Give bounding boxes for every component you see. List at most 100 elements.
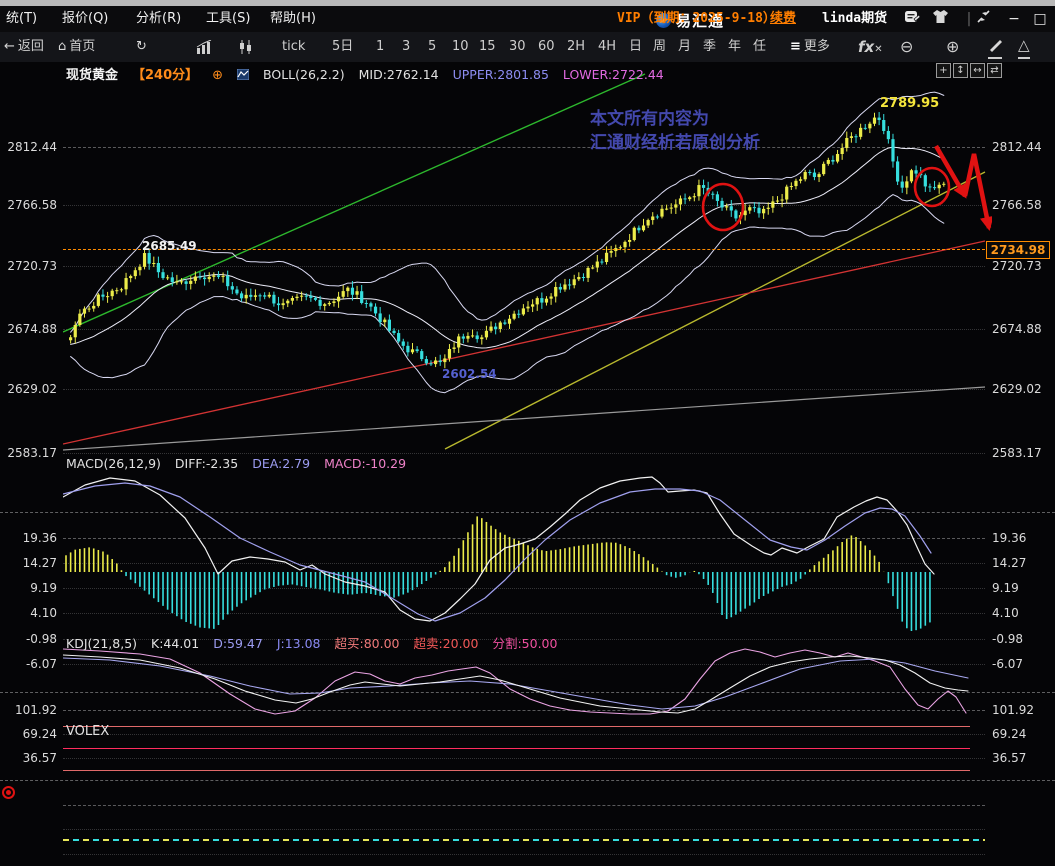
- pane-separator: [0, 692, 1055, 693]
- current-price-tag: 2734.98: [986, 241, 1050, 259]
- price-axis-label: 2812.44: [992, 140, 1042, 154]
- tf-3[interactable]: 3: [402, 32, 410, 62]
- add-indicator-icon[interactable]: ⊕: [212, 68, 223, 83]
- tf-month[interactable]: 月: [678, 32, 691, 62]
- chart-toolbar: ←返回 ⌂首页 ↻ tick 5日 1 3 5 10 15 30 60 2H 4…: [0, 32, 1055, 63]
- gridline: [63, 205, 985, 206]
- tf-year[interactable]: 年: [728, 32, 741, 62]
- kdj-d-value: D:59.47: [213, 636, 263, 651]
- tf-2h[interactable]: 2H: [567, 32, 585, 62]
- tf-1[interactable]: 1: [376, 32, 384, 62]
- annotation-note-line1: 本文所有内容为: [590, 104, 709, 129]
- gridline: [63, 613, 985, 614]
- maximize-button[interactable]: □: [1029, 9, 1051, 29]
- kdj-axis-label: 101.92: [992, 703, 1034, 717]
- gridline: [63, 266, 985, 267]
- kdj-axis-label: 69.24: [0, 727, 57, 741]
- macd-axis-label: 4.10: [0, 606, 57, 620]
- menu-tools[interactable]: 工具(S): [206, 6, 250, 32]
- price-pane-header: 现货黄金 【240分】 ⊕ BOLL(26,2.2) MID:2762.14 U…: [66, 64, 674, 83]
- volex-label: VOLEX: [66, 724, 109, 739]
- indicator-fx-button[interactable]: fx✕: [858, 32, 883, 62]
- menu-help[interactable]: 帮助(H): [270, 6, 316, 32]
- candle-chart-icon: [238, 40, 254, 54]
- zoom-out-button[interactable]: ⊖: [900, 32, 913, 62]
- tf-quarter[interactable]: 季: [703, 32, 716, 62]
- refresh-button[interactable]: ↻: [136, 32, 150, 62]
- menu-quotes[interactable]: 报价(Q): [62, 6, 108, 32]
- back-button[interactable]: ←返回: [4, 32, 44, 62]
- bar-chart-icon: [196, 40, 212, 54]
- gridline: [63, 664, 985, 665]
- macd-axis-label: 19.36: [992, 531, 1026, 545]
- gridline: [63, 734, 985, 735]
- kdj-label: KDJ(21,8,5): [66, 636, 137, 651]
- pencil-icon: [988, 38, 1002, 52]
- axis-scale-v-icon[interactable]: ↕: [953, 63, 968, 78]
- kdj-axis-label: 101.92: [0, 703, 57, 717]
- hamburger-icon: ≡: [790, 39, 801, 54]
- tf-10[interactable]: 10: [452, 32, 469, 62]
- tf-60[interactable]: 60: [538, 32, 555, 62]
- link-resize-icon[interactable]: [972, 9, 994, 29]
- tf-15[interactable]: 15: [479, 32, 496, 62]
- gridline: [63, 829, 985, 830]
- menu-system[interactable]: 统(T): [6, 6, 37, 32]
- kdj-split-value: 分割:50.00: [492, 636, 557, 651]
- tick-button[interactable]: tick: [282, 32, 305, 62]
- macd-axis-label: 14.27: [992, 556, 1026, 570]
- chart-region: 2734.98 2812.44 2766.58 2720.73 2674.88 …: [0, 62, 1055, 866]
- macd-axis-label: 9.19: [0, 581, 57, 595]
- theme-skin-icon[interactable]: [929, 9, 951, 29]
- gridline: [63, 453, 985, 454]
- price-axis-label: 2720.73: [992, 259, 1042, 273]
- tf-week[interactable]: 周: [653, 32, 666, 62]
- kdj-axis-label: 69.24: [992, 727, 1026, 741]
- zoom-in-button[interactable]: ⊕: [946, 32, 959, 62]
- annotation-low-2602: 2602.54: [442, 367, 497, 381]
- shapes-button[interactable]: △: [1018, 35, 1030, 59]
- pane-separator: [0, 780, 1055, 781]
- price-axis-label: 2629.02: [992, 382, 1042, 396]
- minimize-button[interactable]: −: [1003, 9, 1025, 29]
- fit-chart-icon[interactable]: ⇄: [987, 63, 1002, 78]
- tf-day[interactable]: 日: [629, 32, 642, 62]
- chart-canvas[interactable]: [63, 62, 992, 806]
- menu-analysis[interactable]: 分析(R): [136, 6, 181, 32]
- tf-30[interactable]: 30: [509, 32, 526, 62]
- vip-expiry-label: VIP（到期：2025-9-18）: [617, 6, 776, 32]
- price-axis-label: 2766.58: [0, 198, 57, 212]
- macd-axis-label: 9.19: [992, 581, 1019, 595]
- renew-link[interactable]: 续费: [770, 6, 796, 32]
- tf-5[interactable]: 5: [428, 32, 436, 62]
- home-button[interactable]: ⌂首页: [58, 32, 95, 62]
- price-axis-label: 2766.58: [992, 198, 1042, 212]
- axis-scale-h-icon[interactable]: ↔: [970, 63, 985, 78]
- boll-label: BOLL(26,2.2): [263, 67, 345, 82]
- tf-4h[interactable]: 4H: [598, 32, 616, 62]
- price-axis-label: 2720.73: [0, 259, 57, 273]
- trendlines-layer: [63, 74, 985, 450]
- tf-5day-button[interactable]: 5日: [332, 32, 353, 62]
- crosshair-tool-icon[interactable]: +: [936, 63, 951, 78]
- macd-axis-label: 19.36: [0, 531, 57, 545]
- boll-lower-value: LOWER:2722.44: [563, 67, 664, 82]
- candle-chart-button[interactable]: [238, 32, 254, 62]
- tf-custom[interactable]: 任: [753, 32, 766, 62]
- macd-diff-value: DIFF:-2.35: [175, 456, 238, 471]
- price-axis-label: 2812.44: [0, 140, 57, 154]
- macd-axis-label: -6.07: [0, 657, 57, 671]
- price-axis-label: 2629.02: [0, 382, 57, 396]
- pane-separator: [0, 512, 1055, 513]
- draw-pencil-button[interactable]: [988, 35, 1002, 59]
- price-axis-label: 2674.88: [0, 322, 57, 336]
- gridline: [63, 147, 985, 148]
- more-button[interactable]: ≡更多: [790, 32, 830, 62]
- feedback-icon[interactable]: [901, 9, 923, 29]
- price-axis-label: 2583.17: [992, 446, 1042, 460]
- kdj-oversold-value: 超卖:20.00: [413, 636, 478, 651]
- back-arrow-icon: ←: [4, 39, 15, 54]
- bar-chart-button[interactable]: [196, 32, 212, 62]
- annotation-note-line2: 汇通财经析若原创分析: [590, 128, 760, 153]
- macd-axis-label: -0.98: [992, 632, 1023, 646]
